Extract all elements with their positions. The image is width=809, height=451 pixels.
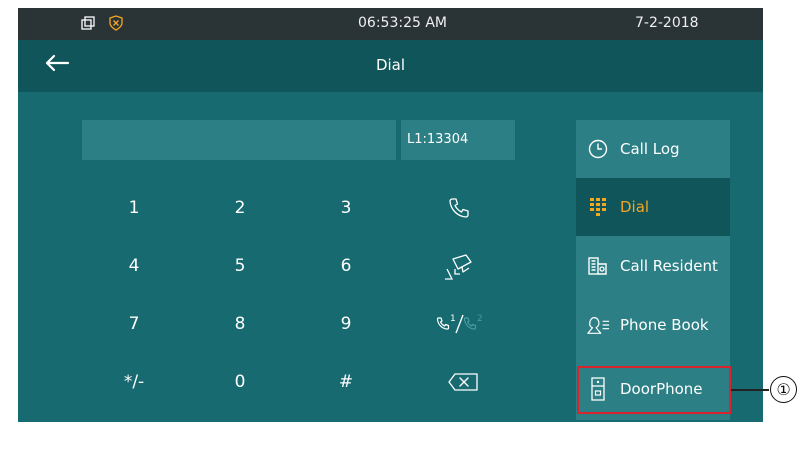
key-5[interactable]: 5 bbox=[210, 246, 270, 286]
doorphone-highlight-box bbox=[577, 366, 731, 414]
shield-alert-icon bbox=[109, 15, 123, 35]
line-account-label[interactable]: L1:13304 bbox=[401, 120, 515, 160]
key-7[interactable]: 7 bbox=[104, 304, 164, 344]
page-title: Dial bbox=[375, 56, 406, 74]
device-screen: 06:53:25 AM 7-2-2018 Dial L1:13304 1 2 3… bbox=[18, 8, 763, 422]
key-6[interactable]: 6 bbox=[316, 246, 376, 286]
sidebar-item-dial[interactable]: Dial bbox=[576, 178, 730, 236]
callout-marker: ① bbox=[770, 376, 797, 403]
key-9[interactable]: 9 bbox=[316, 304, 376, 344]
callout-line bbox=[731, 389, 769, 391]
sidebar-item-phone-book[interactable]: Phone Book bbox=[576, 296, 730, 354]
windows-icon bbox=[80, 15, 96, 35]
sidebar-item-label: Call Resident bbox=[620, 257, 718, 275]
key-hash[interactable]: # bbox=[316, 362, 376, 402]
status-time: 06:53:25 AM bbox=[358, 15, 447, 31]
backspace-icon[interactable] bbox=[438, 362, 488, 402]
building-icon bbox=[586, 256, 610, 276]
key-0[interactable]: 0 bbox=[210, 362, 270, 402]
line-1-digit: 1 bbox=[450, 314, 456, 324]
clock-icon bbox=[586, 138, 610, 160]
sidebar-item-call-resident[interactable]: Call Resident bbox=[576, 237, 730, 295]
sidebar-item-call-log[interactable]: Call Log bbox=[576, 120, 730, 178]
dial-number-input[interactable] bbox=[82, 120, 396, 160]
key-3[interactable]: 3 bbox=[316, 188, 376, 228]
key-2[interactable]: 2 bbox=[210, 188, 270, 228]
key-star-minus[interactable]: */- bbox=[104, 362, 164, 402]
status-bar: 06:53:25 AM 7-2-2018 bbox=[18, 8, 763, 40]
keypad-icon bbox=[586, 197, 610, 217]
key-8[interactable]: 8 bbox=[210, 304, 270, 344]
phone-call-icon[interactable] bbox=[434, 188, 484, 228]
video-call-icon[interactable] bbox=[434, 246, 484, 286]
key-1[interactable]: 1 bbox=[104, 188, 164, 228]
line-switch-icon[interactable]: 1 2 bbox=[429, 304, 491, 344]
status-date: 7-2-2018 bbox=[635, 15, 699, 31]
sidebar-item-label: Dial bbox=[620, 198, 650, 216]
title-bar: Dial bbox=[18, 40, 763, 92]
sidebar-item-label: Phone Book bbox=[620, 316, 709, 334]
line-2-digit: 2 bbox=[477, 314, 483, 324]
key-4[interactable]: 4 bbox=[104, 246, 164, 286]
contacts-icon bbox=[586, 314, 610, 336]
sidebar-item-label: Call Log bbox=[620, 140, 680, 158]
